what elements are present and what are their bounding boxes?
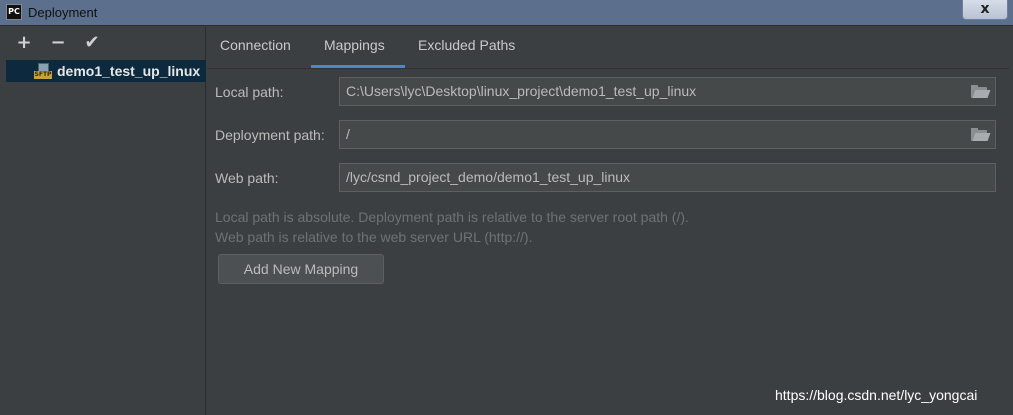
web-path-value: /lyc/csnd_project_demo/demo1_test_up_lin… — [346, 169, 631, 185]
local-path-label: Local path: — [215, 84, 284, 100]
web-path-field[interactable]: /lyc/csnd_project_demo/demo1_test_up_lin… — [339, 163, 996, 192]
tabs-divider — [207, 68, 1009, 69]
remove-server-button[interactable]: − — [48, 33, 68, 53]
tab-mappings[interactable]: Mappings — [324, 37, 385, 53]
deployment-path-field[interactable]: / — [339, 120, 996, 149]
local-path-value: C:\Users\lyc\Desktop\linux_project\demo1… — [346, 83, 697, 99]
watermark-text: https://blog.csdn.net/lyc_yongcai — [775, 387, 978, 403]
hint-text-line-1: Local path is absolute. Deployment path … — [215, 209, 689, 225]
server-name: demo1_test_up_linux — [57, 63, 201, 79]
server-settings-panel: Connection Mappings Excluded Paths Local… — [207, 27, 1009, 415]
sftp-icon: SFTP — [34, 63, 52, 80]
apply-default-server-button[interactable]: ✔ — [82, 33, 102, 53]
browse-folder-icon[interactable] — [971, 128, 991, 142]
tab-excluded-paths[interactable]: Excluded Paths — [418, 37, 515, 53]
close-window-button[interactable]: x — [962, 0, 1008, 20]
add-new-mapping-button[interactable]: Add New Mapping — [218, 254, 384, 284]
add-server-button[interactable]: + — [14, 33, 34, 53]
window-title: Deployment — [28, 5, 98, 20]
browse-folder-icon[interactable] — [971, 85, 991, 99]
tab-connection[interactable]: Connection — [220, 37, 291, 53]
local-path-field[interactable]: C:\Users\lyc\Desktop\linux_project\demo1… — [339, 77, 996, 106]
pycharm-app-icon: PC — [6, 4, 22, 20]
deployment-path-value: / — [346, 126, 350, 142]
web-path-label: Web path: — [215, 170, 279, 186]
server-list-panel: + − ✔ SFTP demo1_test_up_linux — [6, 27, 206, 415]
window-titlebar: PC Deployment x — [0, 0, 1013, 26]
hint-text-line-2: Web path is relative to the web server U… — [215, 229, 533, 245]
deployment-path-label: Deployment path: — [215, 127, 325, 143]
server-list-item[interactable]: SFTP demo1_test_up_linux — [6, 60, 206, 82]
